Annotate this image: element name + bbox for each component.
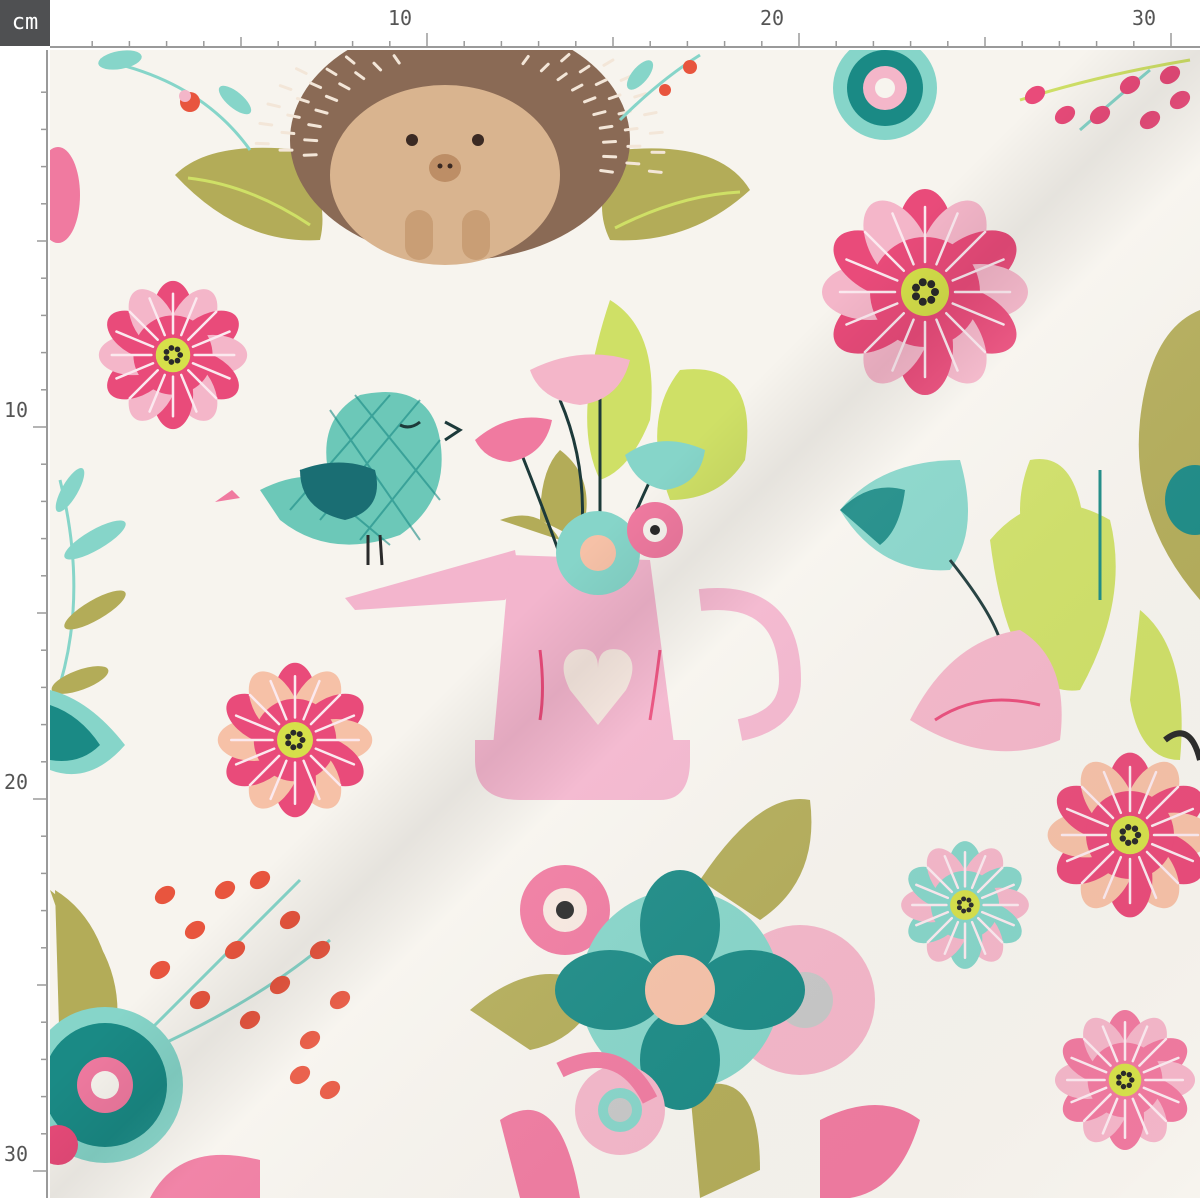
top-ruler-label-30: 30 bbox=[1132, 6, 1157, 30]
left-ruler-ticks bbox=[33, 50, 48, 1198]
left-ruler-label-30: 30 bbox=[4, 1142, 29, 1166]
fabric-preview: 10 20 30 10 20 30 cm bbox=[0, 0, 1200, 1198]
top-ruler-ticks bbox=[50, 33, 1200, 48]
top-ruler: 10 20 30 bbox=[0, 0, 1200, 50]
fabric-fold-shading bbox=[50, 50, 1200, 1198]
top-ruler-label-10: 10 bbox=[388, 6, 413, 30]
fabric-pattern bbox=[50, 50, 1200, 1198]
unit-label: cm bbox=[0, 0, 50, 46]
left-ruler: 10 20 30 bbox=[0, 0, 50, 1198]
left-ruler-label-20: 20 bbox=[4, 770, 29, 794]
left-ruler-label-10: 10 bbox=[4, 398, 29, 422]
top-ruler-label-20: 20 bbox=[760, 6, 785, 30]
